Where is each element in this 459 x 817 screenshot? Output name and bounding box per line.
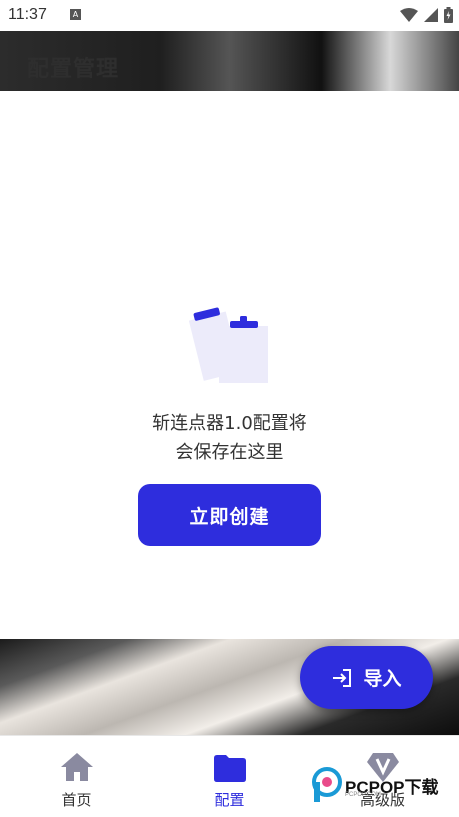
watermark-subtext: PCPOP.COM xyxy=(345,792,381,798)
clipboard-icon xyxy=(189,307,268,383)
folder-icon xyxy=(213,755,246,782)
create-now-button[interactable]: 立即创建 xyxy=(138,484,321,546)
empty-message-line-2: 会保存在这里 xyxy=(175,442,284,463)
nav-label-home: 首页 xyxy=(61,791,92,809)
pcpop-watermark: PCPOP下载 PCPOP.COM xyxy=(312,765,439,805)
battery-icon xyxy=(444,7,453,23)
nav-item-config[interactable]: 配置 xyxy=(153,736,306,817)
import-button[interactable]: 导入 xyxy=(300,646,433,709)
wifi-icon xyxy=(400,8,418,22)
signal-icon xyxy=(424,8,438,22)
status-icons xyxy=(400,6,453,24)
home-icon xyxy=(60,753,93,781)
header-banner: 配置管理 xyxy=(0,31,459,91)
status-time: 11:37 xyxy=(8,6,47,23)
nav-item-home[interactable]: 首页 xyxy=(0,736,153,817)
import-label: 导入 xyxy=(363,668,402,690)
nav-label-config: 配置 xyxy=(214,791,245,809)
status-bar: 11:37 A xyxy=(0,0,459,31)
empty-state-message: 斩连点器1.0配置将 会保存在这里 xyxy=(0,409,459,467)
empty-message-line-1: 斩连点器1.0配置将 xyxy=(152,413,307,434)
notification-icon: A xyxy=(70,9,81,20)
page-title: 配置管理 xyxy=(27,57,120,82)
login-arrow-icon xyxy=(333,668,352,687)
pcpop-logo-icon xyxy=(312,767,342,802)
